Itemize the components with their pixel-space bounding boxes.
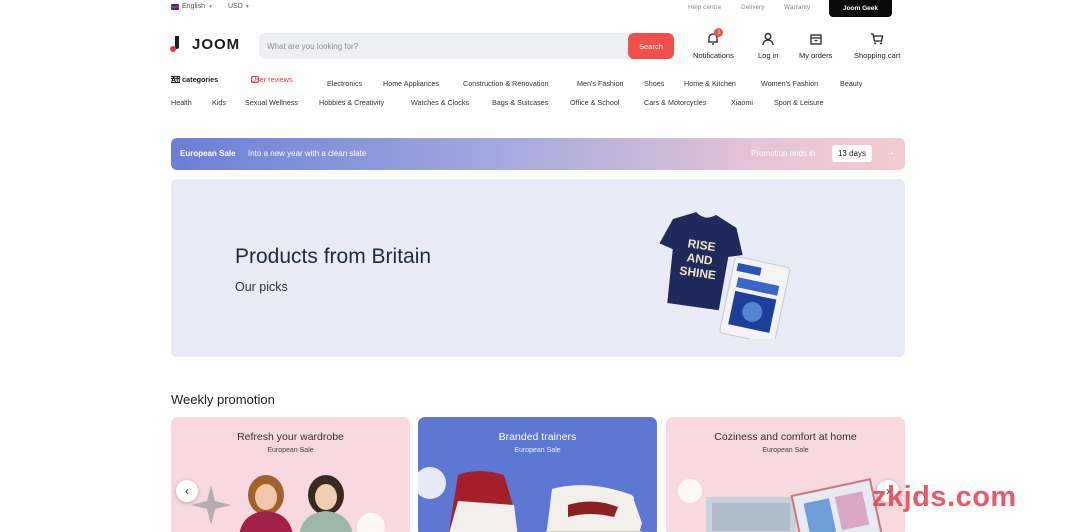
promo-card-home[interactable]: Coziness and comfort at home European Sa… — [666, 417, 905, 532]
promo-card-trainers[interactable]: Branded trainers European Sale — [418, 417, 657, 532]
language-label: English — [182, 3, 205, 10]
carousel-prev-button[interactable]: ‹ — [176, 480, 198, 502]
bell-icon: 1 — [706, 28, 724, 46]
help-centre-link[interactable]: Help centre — [688, 4, 721, 11]
category-link[interactable]: Xiaomi — [731, 98, 753, 107]
weekly-promotion-heading: Weekly promotion — [171, 392, 275, 407]
login-button[interactable]: Log in — [758, 32, 778, 60]
currency-selector[interactable]: USD ▼ — [228, 3, 250, 10]
card-title: Branded trainers — [498, 431, 577, 443]
logo-text: JOOM — [192, 36, 241, 53]
watermark-text: zkjds.com — [872, 481, 1017, 513]
currency-label: USD — [228, 3, 243, 10]
category-link[interactable]: Construction & Renovation — [463, 79, 549, 88]
category-link[interactable]: Women's Fashion — [761, 79, 818, 88]
promo-title: European Sale — [180, 149, 236, 158]
promo-days-badge: 13 days — [832, 145, 872, 162]
chevron-left-icon: ‹ — [185, 484, 189, 498]
shopping-cart-button[interactable]: Shopping cart — [854, 32, 900, 60]
box-icon — [809, 32, 823, 46]
delivery-link[interactable]: Delivery — [741, 4, 764, 11]
category-nav-row-2: Health Kids Sexual Wellness Hobbies & Cr… — [0, 98, 1080, 110]
card-title: Coziness and comfort at home — [714, 431, 857, 443]
language-selector[interactable]: English ▼ — [171, 3, 213, 10]
card-subtitle: European Sale — [267, 447, 314, 454]
card-subtitle: European Sale — [514, 447, 561, 454]
joom-logo[interactable]: JOOM — [170, 36, 240, 53]
category-link[interactable]: Men's Fashion — [577, 79, 624, 88]
category-link[interactable]: Sport & Leisure — [774, 98, 824, 107]
category-link[interactable]: Home & Kitchen — [684, 79, 736, 88]
my-orders-button[interactable]: My orders — [799, 32, 832, 60]
login-label: Log in — [758, 51, 779, 60]
joom-logo-mark-icon — [170, 36, 182, 53]
card-image-trainers — [418, 467, 642, 532]
promo-ends-label: Promotion ends in — [751, 149, 816, 158]
user-reviews-label: User reviews — [251, 74, 293, 84]
promo-banner[interactable]: European Sale Into a new year with a cle… — [171, 138, 905, 170]
category-link[interactable]: Electronics — [327, 79, 362, 88]
uk-flag-icon — [171, 3, 179, 10]
chevron-down-icon: ▼ — [207, 3, 213, 10]
category-link[interactable]: Watches & Clocks — [411, 98, 469, 107]
category-link[interactable]: Office & School — [570, 98, 619, 107]
chevron-down-icon: ▼ — [244, 4, 250, 10]
card-image-home-textiles — [678, 478, 883, 532]
category-link[interactable]: Shoes — [644, 79, 664, 88]
arrow-right-icon: → — [885, 147, 895, 158]
promo-subtitle: Into a new year with a clean slate — [248, 149, 367, 158]
category-link[interactable]: Health — [171, 98, 192, 107]
search-button[interactable]: Search — [628, 33, 674, 59]
hero-banner[interactable]: Products from Britain Our picks RISE AND… — [171, 179, 905, 357]
hero-product-image: RISE AND SHINE — [659, 212, 791, 339]
card-title: Refresh your wardrobe — [237, 431, 344, 443]
user-icon — [761, 32, 775, 46]
search-input[interactable] — [267, 33, 622, 59]
promo-card-wardrobe[interactable]: Refresh your wardrobe European Sale — [171, 417, 410, 532]
category-link[interactable]: Home Appliances — [383, 79, 439, 88]
all-categories-label: All categories — [171, 74, 219, 84]
notifications-badge: 1 — [714, 28, 724, 37]
category-link[interactable]: Hobbies & Creativity — [319, 98, 384, 107]
my-orders-label: My orders — [799, 51, 833, 60]
category-nav-row-1: All categories User reviews Electronics … — [0, 75, 1080, 91]
category-link[interactable]: Beauty — [840, 79, 862, 88]
card-subtitle: European Sale — [762, 447, 809, 454]
shopping-cart-label: Shopping cart — [854, 51, 901, 60]
hero-subtitle: Our picks — [235, 280, 288, 294]
category-link[interactable]: Sexual Wellness — [245, 98, 298, 107]
cart-icon — [870, 32, 884, 46]
card-image-women — [191, 475, 385, 532]
category-link[interactable]: Bags & Suitcases — [492, 98, 548, 107]
joom-geek-button[interactable]: Joom Geek — [829, 0, 892, 17]
warranty-link[interactable]: Warranty — [784, 4, 810, 11]
search-bar: Search — [259, 33, 674, 59]
top-utility-bar: English ▼ USD ▼ Help centre Delivery War… — [0, 0, 1080, 17]
notifications-label: Notifications — [693, 51, 734, 60]
category-link[interactable]: Cars & Motorcycles — [644, 98, 706, 107]
hero-title: Products from Britain — [235, 245, 432, 268]
notifications-button[interactable]: 1 Notifications — [693, 28, 734, 60]
category-link[interactable]: Kids — [212, 98, 226, 107]
